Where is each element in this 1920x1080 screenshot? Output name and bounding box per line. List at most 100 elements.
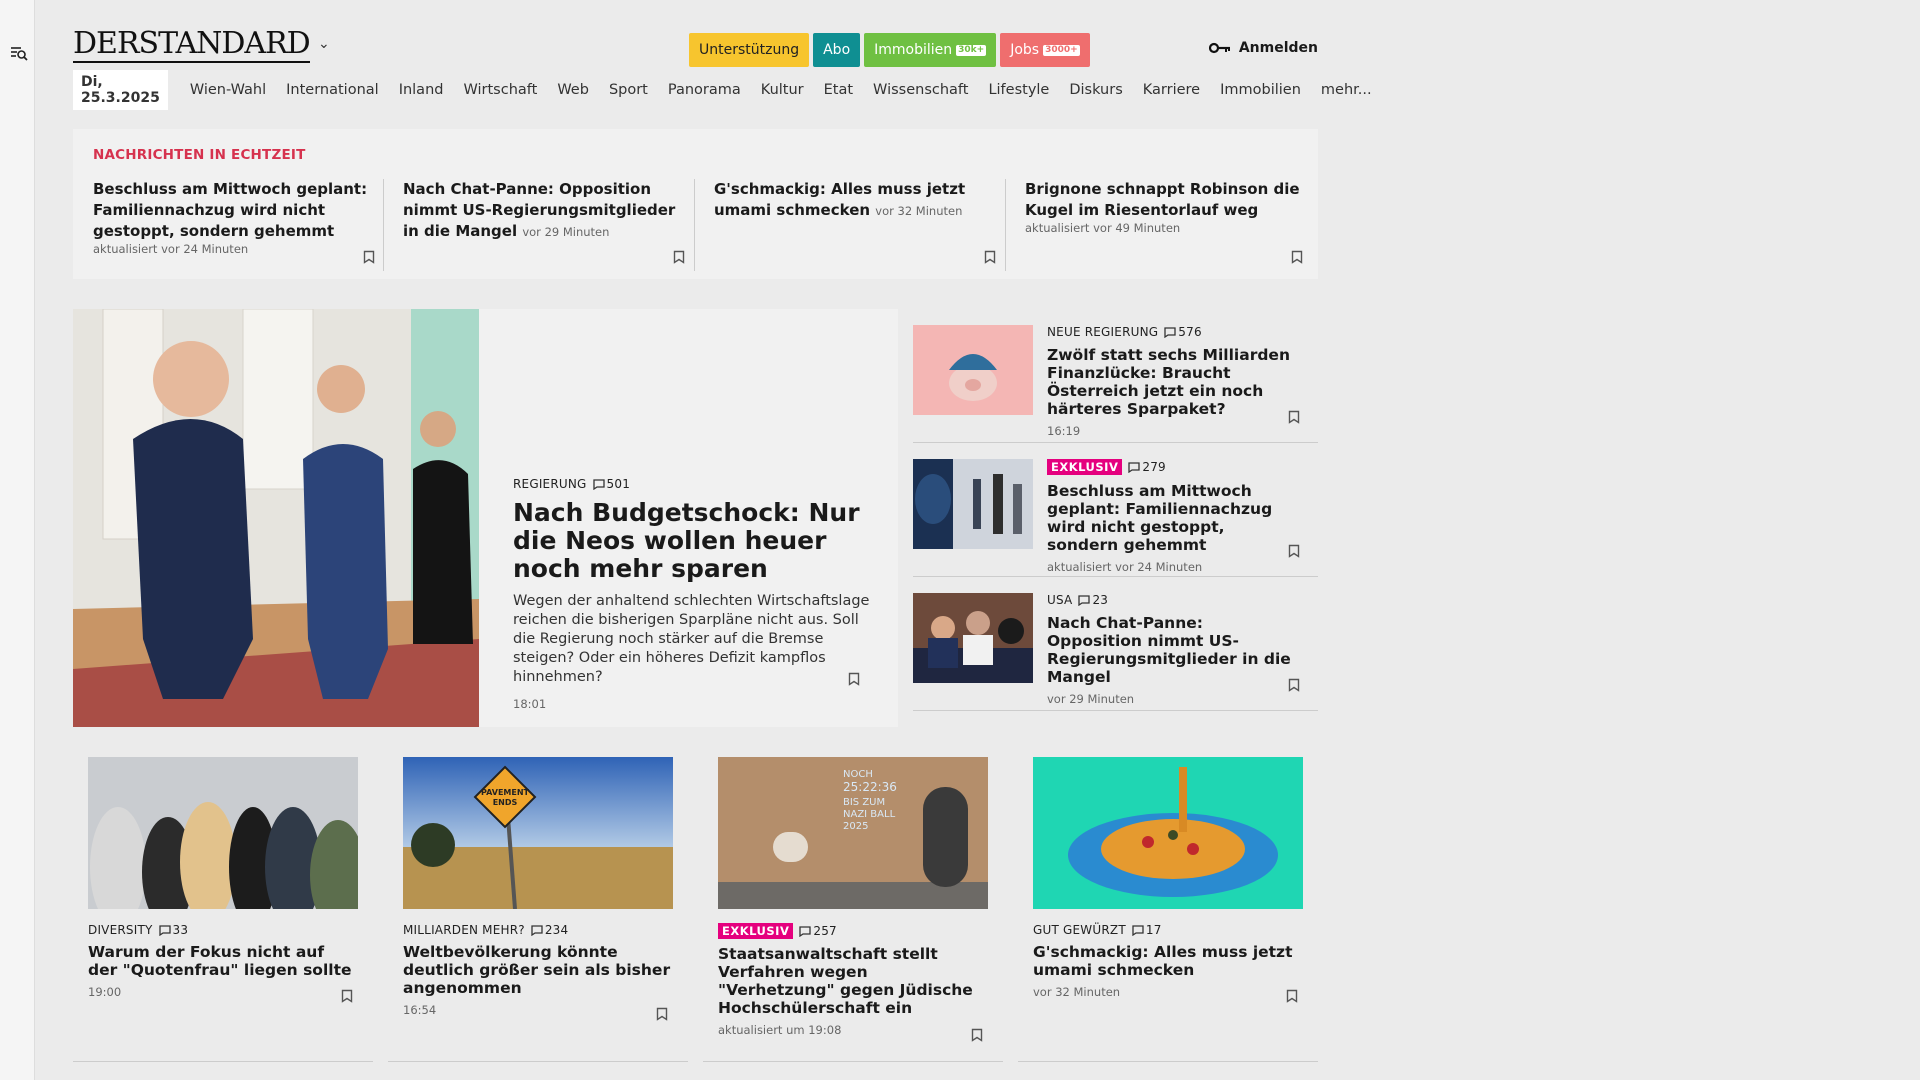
nav-item-lifestyle[interactable]: Lifestyle	[988, 82, 1049, 98]
article-title[interactable]: Zwölf statt sechs Milliarden Finanzlücke…	[1047, 346, 1297, 418]
hero-title[interactable]: Nach Budgetschock: Nur die Neos wollen h…	[513, 499, 873, 583]
svg-text:NAZI BALL: NAZI BALL	[843, 809, 896, 820]
hero-time: 18:01	[513, 697, 547, 711]
comment-icon	[1078, 594, 1091, 606]
bookmark-icon[interactable]	[1291, 250, 1303, 264]
article-title[interactable]: G'schmackig: Alles muss jetzt umami schm…	[1033, 943, 1303, 979]
hero-text: REGIERUNG 501 Nach Budgetschock: Nur die…	[513, 477, 873, 711]
comment-count[interactable]: 17	[1132, 923, 1162, 937]
article-time: vor 32 Minuten	[1033, 985, 1121, 999]
article-image	[913, 325, 1033, 415]
article-image	[1033, 757, 1303, 909]
nav-item-wissenschaft[interactable]: Wissenschaft	[873, 82, 968, 98]
hero-article[interactable]: REGIERUNG 501 Nach Budgetschock: Nur die…	[73, 309, 898, 727]
bookmark-icon[interactable]	[1288, 410, 1300, 424]
ticker-item[interactable]: Brignone schnappt Robinson die Kugel im …	[1025, 179, 1315, 284]
comment-count[interactable]: 257	[799, 924, 837, 938]
article-kicker: NEUE REGIERUNG 576	[1047, 325, 1297, 339]
comment-count-value: 23	[1092, 593, 1109, 607]
bookmark-icon[interactable]	[1288, 544, 1300, 558]
login-button[interactable]: Anmelden	[1208, 40, 1318, 56]
bookmark-icon[interactable]	[656, 1007, 668, 1021]
ticker-item[interactable]: Nach Chat-Panne: Opposition nimmt US-Reg…	[403, 179, 693, 284]
exclusive-badge: EXKLUSIV	[718, 923, 794, 939]
nav-item-panorama[interactable]: Panorama	[668, 82, 741, 98]
article-kicker: DIVERSITY 33	[88, 923, 358, 937]
bookmark-icon[interactable]	[971, 1028, 983, 1042]
bookmark-icon[interactable]	[341, 989, 353, 1003]
comment-count[interactable]: 576	[1164, 325, 1202, 339]
nav-item-wien-wahl[interactable]: Wien-Wahl	[190, 82, 266, 98]
article-card[interactable]: NOCH 25:22:36 BIS ZUM NAZI BALL 2025 EXKLUSI…	[703, 757, 1003, 1062]
bookmark-icon[interactable]	[363, 250, 375, 264]
nav-item-more[interactable]: mehr...	[1321, 82, 1372, 98]
jobs-button[interactable]: Jobs 3000+	[1000, 33, 1090, 67]
nav-item-etat[interactable]: Etat	[824, 82, 853, 98]
nav-item-diskurs[interactable]: Diskurs	[1069, 82, 1122, 98]
comment-count-value: 501	[606, 477, 631, 491]
article-title[interactable]: Weltbevölkerung könnte deutlich größer s…	[403, 943, 673, 997]
current-date: Di, 25.3.2025	[73, 70, 168, 110]
article-title[interactable]: Nach Chat-Panne: Opposition nimmt US-Reg…	[1047, 614, 1297, 686]
comment-count[interactable]: 234	[531, 923, 569, 937]
ticker-item[interactable]: Beschluss am Mittwoch geplant: Familienn…	[93, 179, 383, 284]
comment-count-value: 17	[1145, 923, 1162, 937]
article-text: NEUE REGIERUNG 576 Zwölf statt sechs Mil…	[1047, 325, 1297, 438]
article-title[interactable]: Beschluss am Mittwoch geplant: Familienn…	[1047, 482, 1297, 554]
category-label: REGIERUNG	[513, 477, 587, 491]
comment-count-value: 33	[172, 923, 189, 937]
nav-item-web[interactable]: Web	[557, 82, 589, 98]
bookmark-icon[interactable]	[848, 672, 860, 686]
article-time: 16:54	[403, 1003, 437, 1017]
article-kicker: GUT GEWÜRZT 17	[1033, 923, 1303, 937]
ticker-item-title: Brignone schnappt Robinson die Kugel im …	[1025, 180, 1300, 219]
nav-item-international[interactable]: International	[286, 82, 379, 98]
article-teaser[interactable]: USA 23 Nach Chat-Panne: Opposition nimmt…	[913, 577, 1318, 711]
nav-item-wirtschaft[interactable]: Wirtschaft	[463, 82, 537, 98]
article-image: PAVEMENT ENDS	[403, 757, 673, 909]
comment-count[interactable]: 501	[592, 477, 631, 491]
article-card[interactable]: GUT GEWÜRZT 17 G'schmackig: Alles muss j…	[1018, 757, 1318, 1062]
header: DERSTANDARD ⌄ Unterstützung Abo Immobili…	[73, 28, 1318, 68]
comment-count[interactable]: 33	[158, 923, 189, 937]
article-teaser[interactable]: NEUE REGIERUNG 576 Zwölf statt sechs Mil…	[913, 309, 1318, 443]
hero-image	[73, 309, 479, 727]
ticker-item[interactable]: G'schmackig: Alles muss jetzt umami schm…	[714, 179, 1004, 284]
comment-icon	[799, 925, 812, 937]
bookmark-icon[interactable]	[984, 250, 996, 264]
immobilien-label: Immobilien	[874, 42, 953, 58]
article-teaser[interactable]: EXKLUSIV 279 Beschluss am Mittwoch gepla…	[913, 443, 1318, 577]
article-kicker: MILLIARDEN MEHR? 234	[403, 923, 673, 937]
article-kicker: EXKLUSIV 257	[718, 923, 988, 939]
support-button[interactable]: Unterstützung	[689, 33, 810, 67]
chevron-down-icon[interactable]: ⌄	[318, 36, 330, 52]
article-time: 19:00	[88, 985, 122, 999]
menu-search-icon[interactable]	[10, 44, 28, 62]
jobs-label: Jobs	[1010, 42, 1040, 58]
nav-item-immobilien[interactable]: Immobilien	[1220, 82, 1301, 98]
nav-item-sport[interactable]: Sport	[609, 82, 648, 98]
immobilien-count-badge: 30k+	[956, 45, 987, 56]
article-time: aktualisiert um 19:08	[718, 1023, 842, 1037]
bookmark-icon[interactable]	[1288, 678, 1300, 692]
nav-item-inland[interactable]: Inland	[399, 82, 444, 98]
article-card[interactable]: PAVEMENT ENDS MILLIARDEN MEHR? 234 Weltbe…	[388, 757, 688, 1062]
live-news-ticker: NACHRICHTEN IN ECHTZEIT Beschluss am Mit…	[73, 129, 1318, 279]
bookmark-icon[interactable]	[673, 250, 685, 264]
immobilien-button[interactable]: Immobilien 30k+	[864, 33, 997, 67]
nav-item-karriere[interactable]: Karriere	[1143, 82, 1200, 98]
nav-item-kultur[interactable]: Kultur	[761, 82, 804, 98]
article-title[interactable]: Warum der Fokus nicht auf der "Quotenfra…	[88, 943, 358, 979]
logo[interactable]: DERSTANDARD	[73, 28, 311, 63]
abo-button[interactable]: Abo	[813, 33, 861, 67]
article-card[interactable]: DIVERSITY 33 Warum der Fokus nicht auf d…	[73, 757, 373, 1062]
comment-count[interactable]: 23	[1078, 593, 1108, 607]
article-title[interactable]: Staatsanwaltschaft stellt Verfahren wege…	[718, 945, 988, 1017]
ticker-item-meta: aktualisiert vor 49 Minuten	[1025, 221, 1181, 235]
category-label: GUT GEWÜRZT	[1033, 923, 1126, 937]
article-text: DIVERSITY 33 Warum der Fokus nicht auf d…	[88, 923, 358, 999]
bookmark-icon[interactable]	[1286, 989, 1298, 1003]
svg-text:PAVEMENT: PAVEMENT	[481, 788, 530, 797]
comment-count[interactable]: 279	[1128, 460, 1166, 474]
article-text: GUT GEWÜRZT 17 G'schmackig: Alles muss j…	[1033, 923, 1303, 999]
